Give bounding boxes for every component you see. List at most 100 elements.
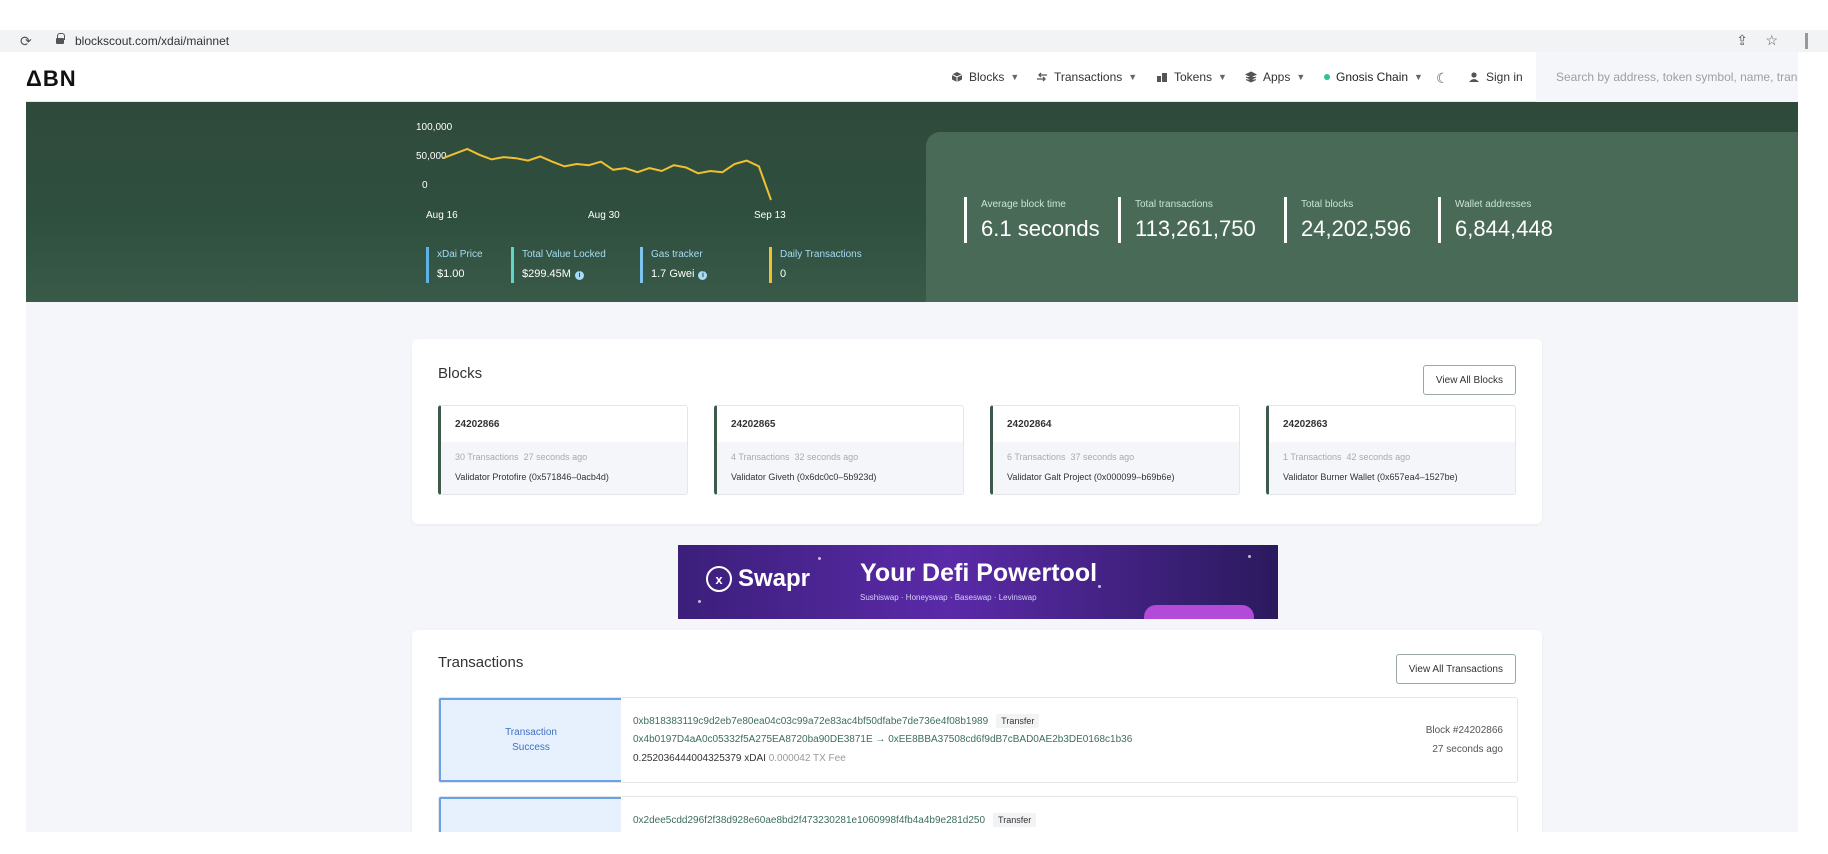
moon-icon: ☾ — [1436, 70, 1449, 86]
stat-label: Total transactions — [1135, 199, 1213, 210]
kpi-value: $1.00 — [437, 268, 465, 280]
transaction-from-to[interactable]: 0x4b0197D4aA0c05332f5A275EA8720ba90DE387… — [633, 734, 1132, 745]
block-meta: 6 Transactions 37 seconds ago — [1007, 452, 1134, 462]
transaction-status-value: Success — [512, 742, 550, 753]
stat-label: Average block time — [981, 199, 1066, 210]
reload-icon[interactable]: ⟳ — [20, 33, 32, 50]
block-tile[interactable]: 24202863 1 Transactions 42 seconds ago V… — [1266, 405, 1516, 495]
block-validator[interactable]: Validator Galt Project (0x000099–b69b6e) — [1007, 472, 1174, 482]
kpi-label: xDai Price — [437, 249, 483, 260]
chevron-down-icon: ▼ — [1296, 72, 1306, 82]
tokens-icon — [1157, 73, 1167, 82]
block-number[interactable]: 24202863 — [1283, 419, 1328, 430]
site-logo[interactable]: ΔBN — [26, 66, 77, 92]
transaction-status: Transaction Success — [439, 698, 621, 782]
nav-tokens[interactable]: Tokens ▼ — [1156, 70, 1227, 84]
stat-value: 24,202,596 — [1301, 216, 1412, 241]
block-number[interactable]: 24202866 — [455, 419, 500, 430]
banner-partners: Sushiswap · Honeyswap · Baseswap · Levin… — [860, 593, 1037, 602]
network-selector[interactable]: Gnosis Chain ▼ — [1324, 70, 1423, 84]
view-all-blocks-button[interactable]: View All Blocks — [1422, 365, 1516, 395]
stat-value: 113,261,750 — [1135, 216, 1256, 241]
block-meta: 1 Transactions 42 seconds ago — [1283, 452, 1410, 462]
nav-tokens-label: Tokens — [1174, 70, 1213, 84]
transactions-title: Transactions — [438, 654, 524, 671]
block-validator[interactable]: Validator Giveth (0x6dc0c0–5b923d) — [731, 472, 876, 482]
swapr-ad-banner[interactable]: x Swapr Your Defi Powertool Sushiswap · … — [678, 545, 1278, 619]
layers-icon — [1245, 71, 1257, 83]
y-tick-label: 0 — [422, 180, 428, 191]
kpi-daily-transactions: Daily Transactions 0 — [769, 247, 862, 283]
block-tile[interactable]: 24202866 30 Transactions 27 seconds ago … — [438, 405, 688, 495]
block-tx-count: 4 Transactions — [731, 452, 790, 462]
transaction-block[interactable]: Block #24202866 — [1426, 725, 1503, 736]
kpi-total-value-locked: Total Value Locked $299.45M i — [511, 247, 606, 283]
info-icon[interactable]: i — [698, 271, 708, 280]
chevron-down-icon: ▼ — [1218, 72, 1227, 82]
block-tile[interactable]: 24202864 6 Transactions 37 seconds ago V… — [990, 405, 1240, 495]
transaction-row[interactable]: 0x2dee5cdd296f2f38d928e60ae8bd2f47323028… — [438, 796, 1518, 832]
hero-section: 100,000 50,000 0 Aug 16 Aug 30 Sep 13 xDai Pr… — [26, 102, 1798, 302]
transaction-hash[interactable]: 0x2dee5cdd296f2f38d928e60ae8bd2f47323028… — [633, 815, 985, 826]
stat-value: 6,844,448 — [1455, 216, 1553, 241]
nav-apps-label: Apps — [1263, 70, 1291, 84]
kpi-value: 0 — [780, 268, 787, 280]
nav-blocks[interactable]: Blocks ▼ — [951, 70, 1019, 84]
dark-mode-toggle[interactable]: ☾ — [1436, 70, 1449, 87]
kpi-gas-tracker: Gas tracker 1.7 Gwei i — [640, 247, 708, 283]
block-meta: 4 Transactions 32 seconds ago — [731, 452, 858, 462]
transaction-fee: 0.000042 TX Fee — [768, 753, 846, 764]
sign-in-link[interactable]: Sign in — [1468, 70, 1523, 84]
transaction-status-label: Transaction — [505, 727, 557, 738]
cube-icon — [951, 72, 963, 82]
browser-toolbar: ⟳ blockscout.com/xdai/mainnet ⇪ ☆ — [0, 30, 1828, 52]
block-tx-count: 6 Transactions — [1007, 452, 1066, 462]
banner-cta-button[interactable] — [1144, 605, 1254, 619]
transaction-status — [439, 797, 621, 832]
market-kpis: xDai Price $1.00 Total Value Locked $299… — [426, 247, 906, 283]
nav-transactions-label: Transactions — [1054, 70, 1123, 84]
info-icon[interactable]: i — [574, 271, 584, 280]
sparkle — [698, 600, 701, 603]
extension-icon[interactable] — [1805, 33, 1808, 49]
sparkle — [1248, 555, 1251, 558]
kpi-value-wrap: $299.45M i — [522, 268, 606, 280]
transfer-icon — [1037, 72, 1047, 82]
block-age: 32 seconds ago — [794, 452, 859, 462]
nav-apps[interactable]: Apps ▼ — [1245, 70, 1305, 84]
transaction-hash[interactable]: 0xb818383119c9d2eb7e80ea04c03c99a72e83ac… — [633, 716, 988, 727]
nav-blocks-label: Blocks — [969, 70, 1005, 84]
chevron-down-icon: ▼ — [1128, 72, 1138, 82]
block-age: 27 seconds ago — [523, 452, 588, 462]
transaction-amount-line: 0.252036444004325379 xDAI 0.000042 TX Fe… — [633, 753, 846, 764]
page: ΔBN Blocks ▼ Transactions ▼ Tokens ▼ App… — [26, 52, 1798, 832]
banner-headline: Your Defi Powertool — [860, 559, 1098, 587]
network-label: Gnosis Chain — [1336, 70, 1409, 84]
x-tick-label: Aug 16 — [426, 210, 458, 220]
y-tick-label: 100,000 — [416, 122, 453, 133]
kpi-xdai-price: xDai Price $1.00 — [426, 247, 483, 283]
block-number[interactable]: 24202865 — [731, 419, 776, 430]
x-tick-label: Sep 13 — [754, 210, 786, 220]
search-input[interactable]: Search by address, token symbol, name, t… — [1536, 52, 1798, 102]
kpi-value: $299.45M — [522, 268, 571, 280]
stat-value: 6.1 seconds — [981, 216, 1100, 241]
bookmark-star-icon[interactable]: ☆ — [1765, 32, 1778, 49]
block-validator[interactable]: Validator Protofire (0x571846–0acb4d) — [455, 472, 609, 482]
user-icon — [1469, 72, 1479, 82]
view-all-transactions-button[interactable]: View All Transactions — [1395, 654, 1516, 684]
block-number[interactable]: 24202864 — [1007, 419, 1052, 430]
transaction-row[interactable]: Transaction Success 0xb818383119c9d2eb7e… — [438, 697, 1518, 783]
share-icon[interactable]: ⇪ — [1736, 32, 1748, 49]
block-age: 37 seconds ago — [1070, 452, 1135, 462]
sparkle — [1098, 585, 1101, 588]
transaction-amount: 0.252036444004325379 xDAI — [633, 753, 766, 764]
block-tile[interactable]: 24202865 4 Transactions 32 seconds ago V… — [714, 405, 964, 495]
swapr-logo: x Swapr — [706, 565, 810, 593]
y-tick-label: 50,000 — [416, 151, 447, 162]
address-bar[interactable]: blockscout.com/xdai/mainnet — [75, 34, 229, 48]
nav-transactions[interactable]: Transactions ▼ — [1036, 70, 1137, 84]
block-validator[interactable]: Validator Burner Wallet (0x657ea4–1527be… — [1283, 472, 1458, 482]
x-tick-label: Aug 30 — [588, 210, 620, 220]
stat-total-transactions: Total transactions 113,261,750 — [1118, 197, 1256, 243]
